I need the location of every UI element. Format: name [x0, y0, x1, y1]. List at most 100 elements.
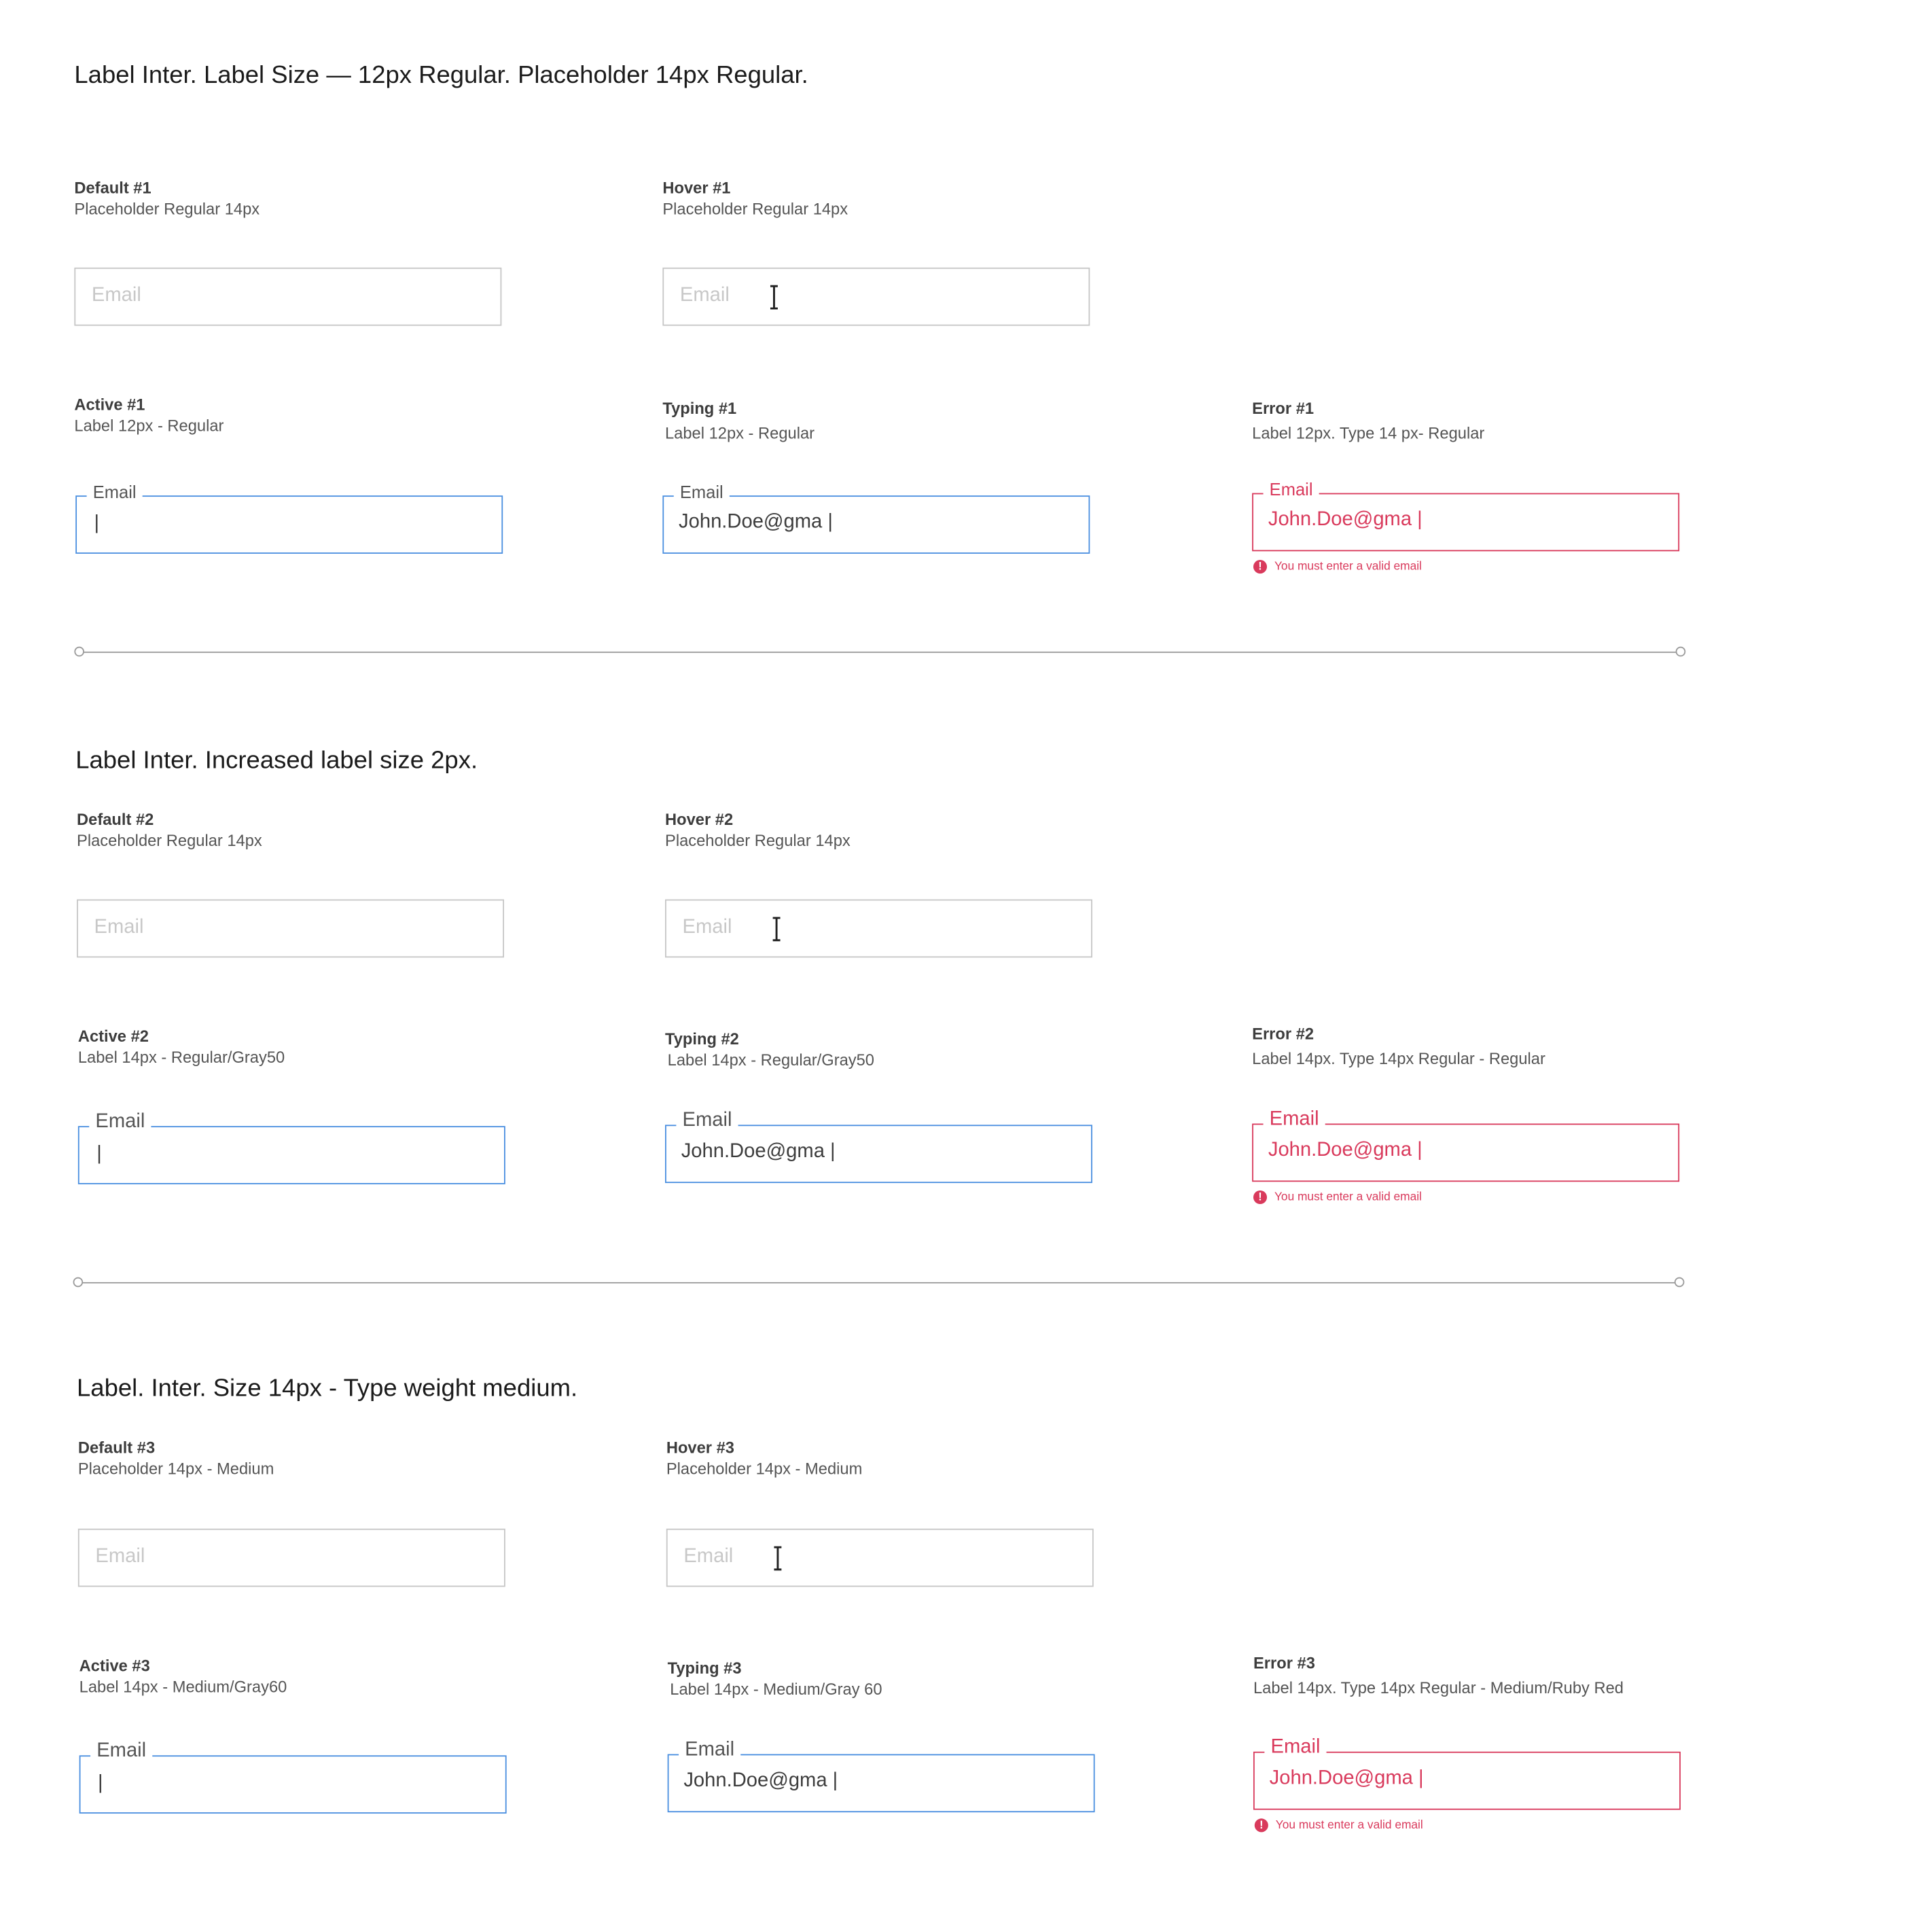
- text-cursor-icon: [772, 917, 781, 942]
- state-title: Hover #1: [662, 178, 731, 197]
- state-title: Active #3: [79, 1656, 150, 1675]
- email-placeholder: Email: [91, 285, 141, 306]
- state-description: Label 12px - Regular: [665, 423, 815, 442]
- state-title: Default #1: [74, 178, 151, 197]
- email-field-default-1[interactable]: Email: [74, 267, 502, 326]
- state-typing-2: Typing #2 Label 14px - Regular/Gray50: [665, 1029, 874, 1070]
- text-caret: |: [98, 1772, 103, 1794]
- state-error-3: Error #3 Label 14px. Type 14px Regular -…: [1253, 1654, 1624, 1699]
- divider-endpoint: [1675, 646, 1686, 657]
- state-title: Typing #1: [662, 399, 737, 418]
- section-title: Label Inter. Label Size — 12px Regular. …: [74, 62, 808, 90]
- divider-endpoint: [73, 1277, 84, 1288]
- email-label: Email: [86, 482, 143, 502]
- state-error-2: Error #2 Label 14px. Type 14px Regular -…: [1252, 1025, 1545, 1070]
- email-value: John.Doe@gma |: [1269, 1767, 1424, 1789]
- state-typing-3: Typing #3 Label 14px - Medium/Gray 60: [668, 1659, 882, 1699]
- state-description: Placeholder Regular 14px: [74, 199, 260, 218]
- state-hover-1: Hover #1 Placeholder Regular 14px: [662, 179, 848, 219]
- state-default-3: Default #3 Placeholder 14px - Medium: [78, 1438, 274, 1479]
- error-text: You must enter a valid email: [1275, 1818, 1423, 1833]
- section-divider: [74, 646, 1686, 657]
- state-title: Error #3: [1253, 1653, 1315, 1673]
- email-field-typing-2[interactable]: Email John.Doe@gma |: [665, 1110, 1092, 1184]
- section-title: Label Inter. Increased label size 2px.: [75, 747, 478, 775]
- email-value: John.Doe@gma |: [683, 1770, 838, 1792]
- canvas: Label Inter. Label Size — 12px Regular. …: [0, 0, 1932, 1908]
- error-message: ! You must enter a valid email: [1254, 1818, 1423, 1833]
- state-active-3: Active #3 Label 14px - Medium/Gray60: [79, 1656, 287, 1697]
- email-placeholder: Email: [679, 285, 730, 306]
- email-field-hover-3[interactable]: Email: [666, 1528, 1094, 1587]
- email-placeholder: Email: [683, 1546, 734, 1568]
- state-description: Label 14px. Type 14px Regular - Medium/R…: [1253, 1678, 1624, 1697]
- email-label: Email: [676, 1110, 738, 1133]
- state-title: Error #2: [1252, 1024, 1314, 1044]
- error-message: ! You must enter a valid email: [1253, 1190, 1422, 1205]
- email-label: Email: [1264, 1736, 1327, 1759]
- error-message: ! You must enter a valid email: [1253, 560, 1422, 574]
- email-label: Email: [90, 1740, 153, 1763]
- text-cursor-icon: [770, 285, 778, 310]
- state-description: Label 12px. Type 14 px- Regular: [1252, 423, 1485, 442]
- state-title: Error #1: [1252, 399, 1314, 418]
- email-placeholder: Email: [94, 917, 144, 938]
- email-field-hover-1[interactable]: Email: [662, 267, 1090, 326]
- email-field-error-3[interactable]: Email John.Doe@gma | ! You must enter a …: [1253, 1736, 1681, 1833]
- email-field-hover-2[interactable]: Email: [665, 899, 1092, 958]
- text-caret: |: [96, 1143, 102, 1165]
- email-value: John.Doe@gma |: [681, 1141, 836, 1163]
- state-description: Placeholder Regular 14px: [77, 831, 262, 850]
- section-divider: [73, 1277, 1685, 1288]
- state-description: Label 14px. Type 14px Regular - Regular: [1252, 1049, 1545, 1068]
- email-field-active-1[interactable]: Email |: [75, 482, 503, 554]
- state-active-1: Active #1 Label 12px - Regular: [74, 395, 223, 436]
- text-cursor-icon: [774, 1546, 782, 1571]
- state-description: Label 12px - Regular: [74, 416, 224, 435]
- state-title: Active #2: [77, 1027, 149, 1046]
- email-value: John.Doe@gma |: [1268, 509, 1423, 531]
- alert-circle-icon: !: [1253, 1190, 1268, 1205]
- state-title: Default #3: [77, 1438, 156, 1457]
- email-label: Email: [1263, 1108, 1325, 1131]
- email-field-default-2[interactable]: Email: [77, 899, 505, 958]
- state-title: Hover #3: [666, 1438, 734, 1457]
- email-field-typing-1[interactable]: Email John.Doe@gma |: [662, 482, 1090, 554]
- email-label: Email: [89, 1111, 151, 1134]
- state-error-1: Error #1 Label 12px. Type 14 px- Regular: [1252, 399, 1484, 444]
- email-placeholder: Email: [682, 917, 732, 938]
- state-typing-1: Typing #1 Label 12px - Regular: [662, 399, 815, 444]
- email-field-active-3[interactable]: Email |: [79, 1740, 507, 1814]
- error-text: You must enter a valid email: [1274, 560, 1422, 574]
- state-description: Placeholder Regular 14px: [662, 199, 848, 218]
- state-title: Typing #3: [667, 1659, 742, 1678]
- state-description: Label 14px - Medium/Gray 60: [670, 1680, 882, 1699]
- divider-endpoint: [1674, 1277, 1685, 1288]
- email-field-active-2[interactable]: Email |: [77, 1111, 505, 1184]
- state-description: Label 14px - Medium/Gray60: [79, 1677, 287, 1696]
- email-field-typing-3[interactable]: Email John.Doe@gma |: [667, 1739, 1095, 1813]
- state-hover-3: Hover #3 Placeholder 14px - Medium: [666, 1438, 863, 1479]
- state-description: Placeholder Regular 14px: [665, 831, 851, 850]
- email-value: John.Doe@gma |: [1268, 1140, 1423, 1161]
- state-description: Placeholder 14px - Medium: [77, 1459, 274, 1478]
- state-title: Default #2: [77, 810, 154, 829]
- state-hover-2: Hover #2 Placeholder Regular 14px: [665, 810, 851, 851]
- state-description: Label 14px - Regular/Gray50: [667, 1050, 874, 1070]
- email-label: Email: [1263, 479, 1319, 499]
- error-text: You must enter a valid email: [1274, 1190, 1422, 1205]
- state-default-2: Default #2 Placeholder Regular 14px: [77, 810, 262, 851]
- state-description: Label 14px - Regular/Gray50: [77, 1048, 285, 1067]
- email-field-default-3[interactable]: Email: [77, 1528, 505, 1587]
- state-default-1: Default #1 Placeholder Regular 14px: [74, 179, 260, 219]
- divider-endpoint: [74, 646, 84, 657]
- alert-circle-icon: !: [1254, 1818, 1268, 1833]
- state-title: Active #1: [74, 395, 145, 414]
- state-title: Hover #2: [665, 810, 734, 829]
- state-title: Typing #2: [665, 1029, 739, 1048]
- email-field-error-1[interactable]: Email John.Doe@gma | ! You must enter a …: [1252, 479, 1680, 574]
- text-caret: |: [94, 512, 100, 534]
- alert-circle-icon: !: [1253, 560, 1268, 574]
- state-description: Placeholder 14px - Medium: [666, 1459, 863, 1478]
- email-field-error-2[interactable]: Email John.Doe@gma | ! You must enter a …: [1252, 1108, 1680, 1205]
